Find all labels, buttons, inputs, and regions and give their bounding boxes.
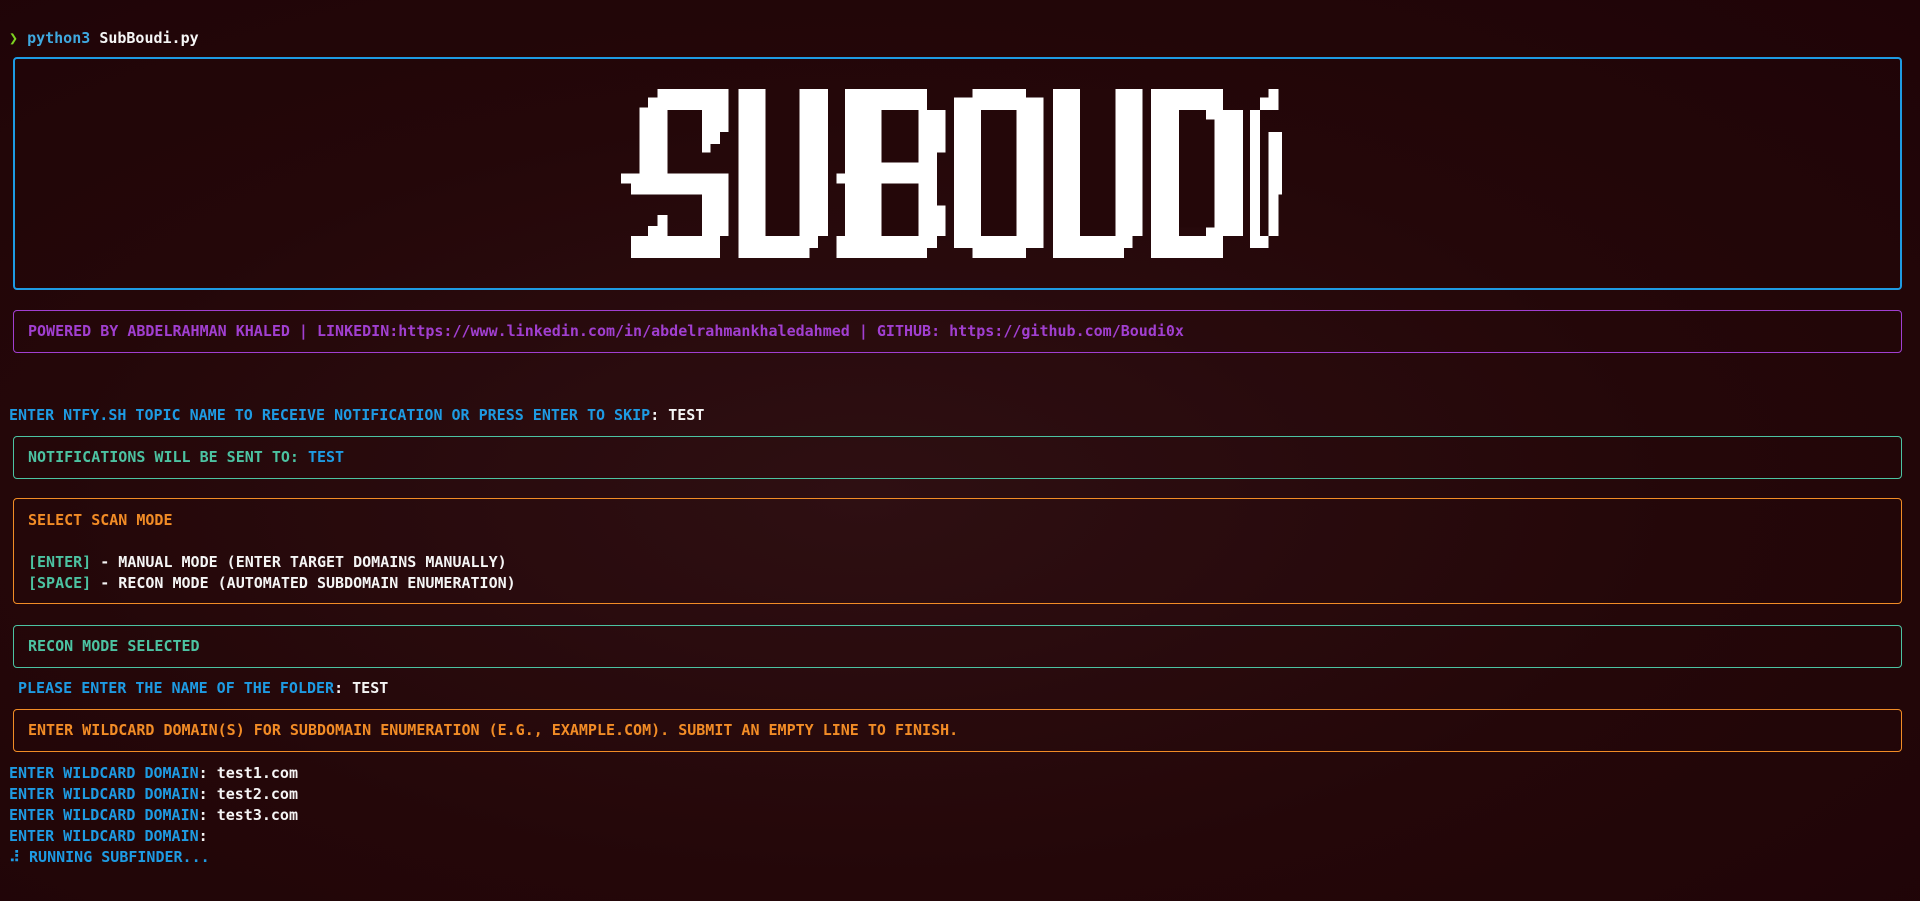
wildcard-info-text: ENTER WILDCARD DOMAIN(S) FOR SUBDOMAIN E… bbox=[28, 721, 959, 739]
ntfy-input-value: TEST bbox=[668, 406, 705, 424]
wildcard-value: test3.com bbox=[216, 806, 298, 824]
folder-prompt-line: PLEASE ENTER THE NAME OF THE FOLDER: TES… bbox=[18, 679, 389, 697]
spinner-icon: ⠼ bbox=[9, 848, 20, 866]
scan-mode-box: SELECT SCAN MODE [ENTER] - MANUAL MODE (… bbox=[13, 498, 1902, 604]
wildcard-info-box: ENTER WILDCARD DOMAIN(S) FOR SUBDOMAIN E… bbox=[13, 709, 1902, 752]
prompt-chevron-icon: ❯ bbox=[9, 29, 19, 47]
recon-selected-text: RECON MODE SELECTED bbox=[28, 637, 200, 655]
notifications-topic: TEST bbox=[307, 448, 345, 466]
powered-by-text: POWERED BY ABDELRAHMAN KHALED | LINKEDIN… bbox=[28, 322, 1184, 340]
command: python3 bbox=[27, 29, 91, 47]
folder-input-value: TEST bbox=[352, 679, 389, 697]
scan-option-recon[interactable]: [SPACE] - RECON MODE (AUTOMATED SUBDOMAI… bbox=[28, 573, 516, 594]
folder-prompt: PLEASE ENTER THE NAME OF THE FOLDER bbox=[18, 679, 335, 697]
recon-selected-box: RECON MODE SELECTED bbox=[13, 625, 1902, 668]
status-text: RUNNING SUBFINDER... bbox=[29, 848, 210, 866]
wildcard-value: test2.com bbox=[216, 785, 298, 803]
scan-mode-title: SELECT SCAN MODE bbox=[28, 511, 173, 529]
powered-by-banner: POWERED BY ABDELRAHMAN KHALED | LINKEDIN… bbox=[13, 310, 1902, 353]
wildcard-value: test1.com bbox=[216, 764, 298, 782]
ntfy-prompt: ENTER NTFY.SH TOPIC NAME TO RECEIVE NOTI… bbox=[9, 406, 651, 424]
wildcard-line: ENTER WILDCARD DOMAIN: bbox=[9, 827, 217, 845]
wildcard-line: ENTER WILDCARD DOMAIN: test1.com bbox=[9, 764, 298, 782]
scan-option-manual[interactable]: [ENTER] - MANUAL MODE (ENTER TARGET DOMA… bbox=[28, 552, 507, 573]
command-argument: SubBoudi.py bbox=[99, 29, 199, 47]
wildcard-line: ENTER WILDCARD DOMAIN: test2.com bbox=[9, 785, 298, 803]
ntfy-prompt-line: ENTER NTFY.SH TOPIC NAME TO RECEIVE NOTI… bbox=[9, 406, 705, 424]
suboudi-logo bbox=[621, 89, 1282, 258]
shell-prompt: ❯ python3 SubBoudi.py bbox=[9, 28, 199, 49]
notifications-label: NOTIFICATIONS WILL BE SENT TO: bbox=[28, 448, 299, 466]
status-line: ⠼ RUNNING SUBFINDER... bbox=[9, 847, 210, 868]
wildcard-line: ENTER WILDCARD DOMAIN: test3.com bbox=[9, 806, 298, 824]
notifications-box: NOTIFICATIONS WILL BE SENT TO: TEST bbox=[13, 436, 1902, 479]
